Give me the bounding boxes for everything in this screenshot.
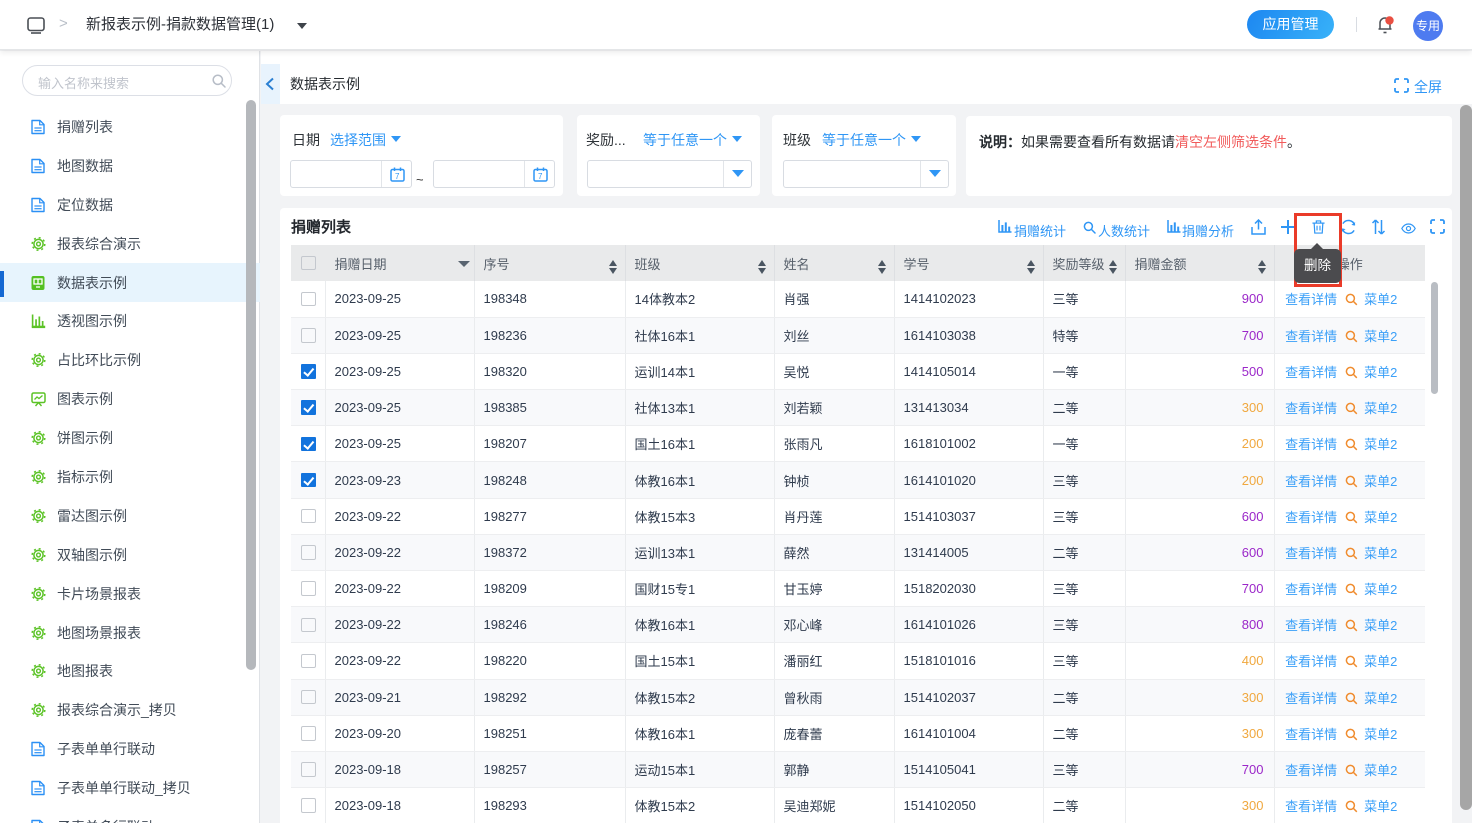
svg-text:7: 7 [395, 172, 400, 181]
svg-text:7: 7 [538, 172, 543, 181]
